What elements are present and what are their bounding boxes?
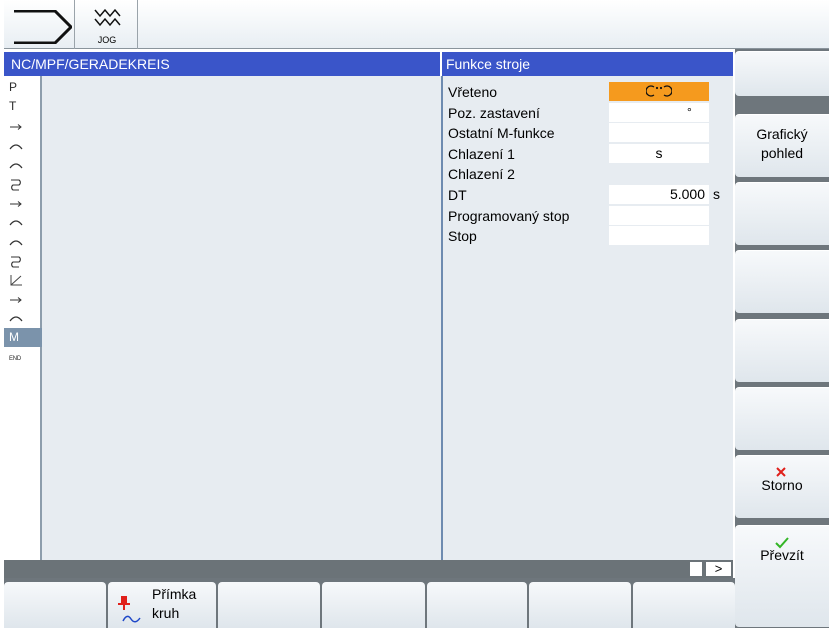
machine-functions-form: Vřeteno Poz. zastavení ° Ostatní M-funkce Ch… [443, 76, 733, 560]
horizontal-softkey[interactable] [322, 582, 425, 628]
line-circle-icon [118, 596, 141, 623]
cycle-block-icon [11, 179, 21, 191]
cycle-block-icon [11, 256, 21, 268]
spindle-rotation-icon [646, 85, 672, 97]
jog-mode-indicator[interactable]: JOG [84, 6, 130, 46]
program-block[interactable] [4, 308, 42, 327]
program-block[interactable] [4, 232, 42, 251]
program-block[interactable] [4, 155, 42, 174]
horizontal-softkey[interactable] [633, 582, 735, 628]
program-block[interactable] [4, 136, 42, 155]
horizontal-softkey[interactable]: Přímka kruh [108, 582, 216, 628]
program-block[interactable] [4, 116, 42, 135]
line-block-icon [10, 124, 22, 131]
chamfer-block-icon [10, 275, 22, 286]
param-field[interactable] [609, 205, 709, 225]
jog-mode-label: JOG [97, 35, 117, 45]
horizontal-softkey[interactable] [218, 582, 320, 628]
header-bar: NC/MPF/GERADEKREIS Funkce stroje [4, 52, 733, 76]
horizontal-softkey-bar: Přímka kruh [4, 578, 735, 628]
vertical-softkey-bar: Grafický pohled Storno Převzít [735, 49, 829, 628]
program-block[interactable]: M [4, 327, 42, 347]
vertical-softkey[interactable]: Grafický pohled [735, 114, 829, 177]
program-block[interactable]: P [4, 78, 42, 97]
line-block-icon [10, 201, 22, 208]
sinumerik-screen: JOG NC/MPF/GERADEKREIS Funkce stroje PT M… [0, 0, 829, 628]
param-field[interactable] [609, 123, 709, 143]
param-unit: ° [687, 104, 692, 119]
program-editor: P T M END [4, 76, 441, 560]
editor-canvas[interactable] [44, 76, 441, 560]
arc-block-icon [9, 316, 23, 322]
program-block[interactable] [4, 251, 42, 270]
param-value: 5.000 [669, 186, 705, 202]
program-block[interactable] [4, 270, 42, 289]
vertical-softkey[interactable]: Převzít [735, 525, 829, 627]
spindle-select[interactable] [609, 82, 709, 101]
vertical-softkey[interactable] [735, 387, 829, 450]
program-path: NC/MPF/GERADEKREIS [11, 56, 170, 72]
area-switch-icon[interactable] [13, 10, 72, 44]
program-block[interactable]: END [4, 347, 42, 366]
param-unit: s [713, 186, 720, 202]
program-block[interactable] [4, 174, 42, 193]
param-label: Stop [448, 228, 477, 245]
block-label: END [9, 355, 22, 362]
param-label: DT [448, 187, 467, 203]
param-label: Poz. zastavení [448, 104, 540, 121]
program-block[interactable] [4, 193, 42, 212]
status-bar: JOG [4, 0, 829, 49]
header-divider [440, 52, 442, 76]
block-label: T [9, 99, 17, 114]
block-label: M [9, 329, 19, 344]
arc-block-icon [9, 144, 23, 149]
softkey-label: Storno [761, 477, 803, 493]
param-field[interactable] [609, 102, 709, 122]
softkey-label: Přímka kruh [152, 586, 197, 621]
horizontal-softkey[interactable] [427, 582, 527, 628]
separator [74, 0, 75, 49]
vertical-softkey[interactable] [735, 319, 829, 382]
arc-block-icon [9, 240, 23, 245]
param-label: Chlazení 2 [448, 166, 515, 183]
scroll-indicator [690, 562, 702, 576]
block-label: P [9, 80, 18, 94]
next-page-button[interactable]: > [706, 562, 731, 576]
program-block[interactable] [4, 289, 42, 308]
param-field[interactable]: s [609, 143, 709, 163]
vertical-softkey[interactable] [735, 182, 829, 245]
info-band: > [4, 560, 733, 578]
param-label: Chlazení 1 [448, 145, 515, 162]
arc-block-icon [9, 163, 23, 169]
param-label: Programovaný stop [448, 207, 570, 224]
block-gutter: P T M END [4, 76, 42, 560]
program-block[interactable]: T [4, 97, 42, 116]
vertical-softkey[interactable] [735, 250, 829, 313]
softkey-label: Grafický pohled [756, 126, 808, 161]
vertical-softkey[interactable]: Storno [735, 455, 829, 518]
horizontal-softkey[interactable] [529, 582, 631, 628]
horizontal-softkey[interactable] [4, 582, 106, 628]
param-field[interactable] [609, 226, 709, 246]
line-block-icon [10, 297, 22, 304]
softkey-label: Převzít [760, 547, 804, 563]
param-value: s [655, 144, 663, 161]
program-block[interactable] [4, 212, 42, 231]
separator [137, 0, 138, 49]
param-label: Vřeteno [448, 84, 498, 100]
param-field[interactable]: 5.000 [609, 185, 709, 204]
jog-wave-icon [94, 8, 121, 27]
vertical-softkey[interactable] [735, 51, 829, 96]
arc-block-icon [9, 220, 23, 226]
param-label: Ostatní M-funkce [448, 125, 555, 142]
panel-title: Funkce stroje [446, 56, 531, 72]
